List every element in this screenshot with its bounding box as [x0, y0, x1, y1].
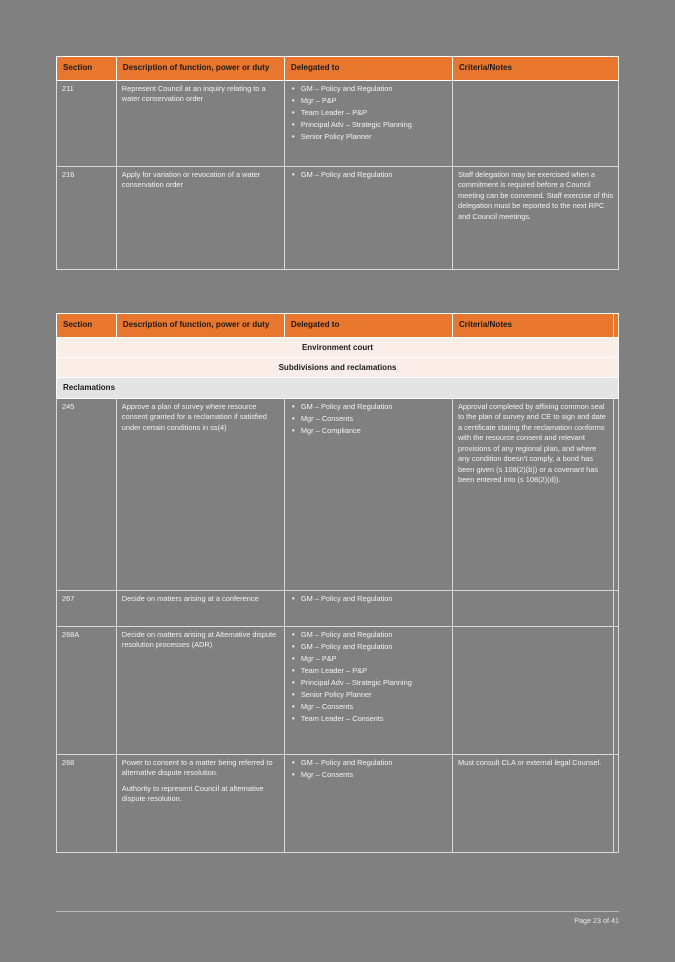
delegate-list: GM – Policy and Regulation GM – Policy a…: [290, 629, 448, 725]
delegate-list: GM – Policy and Regulation Mgr – Consent…: [290, 757, 448, 781]
cell-spacer: [612, 397, 620, 591]
table-row: 216 Apply for variation or revocation of…: [56, 165, 620, 270]
cell-delegated-to: GM – Policy and Regulation: [283, 589, 453, 627]
cell-criteria: [451, 625, 614, 755]
column-header-delegated-to: Delegated to: [283, 313, 453, 338]
cell-section: 268A: [56, 625, 117, 755]
cell-description: Decide on matters arising at a conferenc…: [115, 589, 285, 627]
cell-criteria: Must consult CLA or external legal Couns…: [451, 753, 614, 853]
table-two-header: Section Description of function, power o…: [56, 313, 620, 338]
cell-delegated-to: GM – Policy and Regulation Mgr – Consent…: [283, 753, 453, 853]
delegate-item: Principal Adv – Strategic Planning: [292, 677, 448, 689]
delegate-list: GM – Policy and Regulation Mgr – Consent…: [290, 401, 448, 437]
band-row-subdivisions-and-reclamations: Subdivisions and reclamations: [56, 356, 619, 379]
delegate-list: GM – Policy and Regulation: [290, 169, 448, 181]
table-two-body: Environment court Subdivisions and recla…: [56, 336, 620, 853]
column-header-criteria: Criteria/Notes: [451, 56, 620, 81]
cell-delegated-to: GM – Policy and Regulation: [283, 165, 453, 270]
table-header-row: Section Description of function, power o…: [56, 313, 620, 338]
delegate-item: GM – Policy and Regulation: [292, 401, 448, 413]
cell-spacer: [612, 753, 620, 853]
page-footer: Page 23 of 41: [574, 916, 619, 925]
cell-delegated-to: GM – Policy and Regulation GM – Policy a…: [283, 625, 453, 755]
column-header-section: Section: [56, 313, 117, 338]
delegations-table-two: Section Description of function, power o…: [56, 313, 620, 853]
table-header-row: Section Description of function, power o…: [56, 56, 620, 81]
cell-description: Power to consent to a matter being refer…: [115, 753, 285, 853]
delegate-item: Mgr – P&P: [292, 653, 448, 665]
cell-description: Apply for variation or revocation of a w…: [115, 165, 285, 270]
delegate-list: GM – Policy and Regulation Mgr – P&P Tea…: [290, 83, 448, 143]
table-row: 245 Approve a plan of survey where resou…: [56, 397, 620, 591]
cell-delegated-to: GM – Policy and Regulation Mgr – P&P Tea…: [283, 79, 453, 167]
table-row: 268 Power to consent to a matter being r…: [56, 753, 620, 853]
delegate-item: Team Leader – P&P: [292, 107, 448, 119]
band-label: Environment court: [56, 336, 619, 358]
band-row-reclamations: Reclamations: [56, 377, 619, 399]
band-label: Reclamations: [56, 377, 619, 399]
cell-spacer: [612, 589, 620, 627]
footer-divider: [56, 911, 619, 912]
column-header-delegated-to: Delegated to: [283, 56, 453, 81]
band-row-environment-court: Environment court: [56, 336, 619, 358]
delegate-item: GM – Policy and Regulation: [292, 169, 448, 181]
delegate-item: Mgr – Consents: [292, 769, 448, 781]
table-one-body: 211 Represent Council at an inquiry rela…: [56, 79, 620, 270]
cell-criteria: Staff delegation may be exercised when a…: [451, 165, 620, 270]
cell-criteria: Approval completed by affixing common se…: [451, 397, 614, 591]
delegate-item: Senior Policy Planner: [292, 689, 448, 701]
cell-description: Represent Council at an inquiry relating…: [115, 79, 285, 167]
cell-description: Approve a plan of survey where resource …: [115, 397, 285, 591]
delegate-item: Mgr – Consents: [292, 413, 448, 425]
delegate-item: Mgr – Consents: [292, 701, 448, 713]
cell-section: 267: [56, 589, 117, 627]
cell-section: 268: [56, 753, 117, 853]
delegate-item: Mgr – Compliance: [292, 425, 448, 437]
table-row: 267 Decide on matters arising at a confe…: [56, 589, 620, 627]
cell-section: 245: [56, 397, 117, 591]
cell-section: 216: [56, 165, 117, 270]
cell-description: Decide on matters arising at Alternative…: [115, 625, 285, 755]
delegate-item: GM – Policy and Regulation: [292, 757, 448, 769]
delegate-list: GM – Policy and Regulation: [290, 593, 448, 605]
delegate-item: GM – Policy and Regulation: [292, 83, 448, 95]
table-row: 211 Represent Council at an inquiry rela…: [56, 79, 620, 167]
delegate-item: Team Leader – P&P: [292, 665, 448, 677]
delegate-item: Mgr – P&P: [292, 95, 448, 107]
band-label: Subdivisions and reclamations: [56, 356, 619, 379]
column-header-section: Section: [56, 56, 117, 81]
cell-spacer: [612, 625, 620, 755]
document-page: Section Description of function, power o…: [0, 0, 675, 962]
column-header-criteria: Criteria/Notes: [451, 313, 614, 338]
delegate-item: Senior Policy Planner: [292, 131, 448, 143]
delegate-item: GM – Policy and Regulation: [292, 629, 448, 641]
cell-section: 211: [56, 79, 117, 167]
delegate-item: Team Leader – Consents: [292, 713, 448, 725]
column-header-description: Description of function, power or duty: [115, 313, 285, 338]
cell-criteria: [451, 589, 614, 627]
delegate-item: Principal Adv – Strategic Planning: [292, 119, 448, 131]
table-row: 268A Decide on matters arising at Altern…: [56, 625, 620, 755]
column-header-description: Description of function, power or duty: [115, 56, 285, 81]
delegate-item: GM – Policy and Regulation: [292, 641, 448, 653]
cell-criteria: [451, 79, 620, 167]
description-paragraph: Power to consent to a matter being refer…: [121, 757, 273, 778]
description-paragraph: Authority to represent Council at altern…: [121, 783, 264, 804]
delegations-table-one: Section Description of function, power o…: [56, 56, 620, 270]
cell-delegated-to: GM – Policy and Regulation Mgr – Consent…: [283, 397, 453, 591]
table-one-header: Section Description of function, power o…: [56, 56, 620, 81]
column-header-spacer: [612, 313, 620, 338]
delegate-item: GM – Policy and Regulation: [292, 593, 448, 605]
